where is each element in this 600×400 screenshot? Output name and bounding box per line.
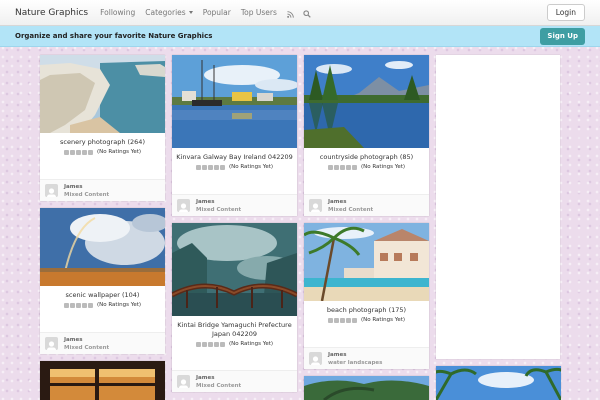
pin-image[interactable] bbox=[40, 55, 165, 133]
avatar[interactable] bbox=[177, 375, 190, 388]
nav-following[interactable]: Following bbox=[100, 8, 135, 17]
rating-stars-icon[interactable] bbox=[327, 317, 358, 323]
pin-category[interactable]: Mixed Content bbox=[196, 383, 241, 389]
pin-rating: (No Ratings Yet) bbox=[40, 149, 165, 155]
rating-text: (No Ratings Yet) bbox=[228, 341, 274, 347]
pin-footer: James water landscapes bbox=[304, 347, 429, 369]
pin-card[interactable]: scenic wallpaper (104) (No Ratings Yet) … bbox=[40, 208, 165, 354]
site-brand[interactable]: Nature Graphics bbox=[15, 8, 88, 18]
rating-stars-icon[interactable] bbox=[195, 164, 226, 170]
avatar[interactable] bbox=[45, 184, 58, 197]
login-button[interactable]: Login bbox=[546, 4, 585, 21]
pin-card[interactable]: scenery photograph (264) (No Ratings Yet… bbox=[40, 55, 165, 201]
pin-category[interactable]: Mixed Content bbox=[64, 192, 109, 198]
rating-text: (No Ratings Yet) bbox=[360, 317, 406, 323]
nav-top-users[interactable]: Top Users bbox=[241, 8, 277, 17]
nav-categories[interactable]: Categories bbox=[145, 8, 193, 17]
rating-text: (No Ratings Yet) bbox=[96, 302, 142, 308]
rating-text: (No Ratings Yet) bbox=[360, 164, 406, 170]
pin-title[interactable]: Kintai Bridge Yamaguchi Prefecture Japan… bbox=[172, 321, 297, 339]
info-banner: Organize and share your favorite Nature … bbox=[0, 26, 600, 47]
pin-rating: (No Ratings Yet) bbox=[304, 317, 429, 323]
pin-image[interactable] bbox=[304, 376, 429, 400]
pin-rating: (No Ratings Yet) bbox=[40, 302, 165, 308]
pin-image[interactable] bbox=[40, 208, 165, 286]
pin-username[interactable]: James bbox=[196, 375, 215, 381]
pin-card[interactable] bbox=[304, 376, 429, 400]
banner-text: Organize and share your favorite Nature … bbox=[15, 32, 213, 40]
avatar[interactable] bbox=[309, 199, 322, 212]
pin-category[interactable]: Mixed Content bbox=[64, 345, 109, 351]
pin-footer: James Mixed Content bbox=[40, 179, 165, 201]
pin-footer: James Mixed Content bbox=[40, 332, 165, 354]
pin-rating: (No Ratings Yet) bbox=[172, 164, 297, 170]
pin-card[interactable]: Kinvara Galway Bay Ireland 042209 (No Ra… bbox=[172, 55, 297, 216]
pin-card[interactable]: beach photograph (175) (No Ratings Yet) … bbox=[304, 223, 429, 369]
pin-image[interactable] bbox=[304, 55, 429, 148]
rating-text: (No Ratings Yet) bbox=[228, 164, 274, 170]
pin-username[interactable]: James bbox=[64, 184, 83, 190]
pin-image[interactable] bbox=[436, 366, 561, 400]
pin-image[interactable] bbox=[172, 223, 297, 316]
pin-image[interactable] bbox=[40, 361, 165, 400]
pin-category[interactable]: Mixed Content bbox=[196, 207, 241, 213]
rating-stars-icon[interactable] bbox=[195, 341, 226, 347]
nav-popular[interactable]: Popular bbox=[203, 8, 231, 17]
rating-stars-icon[interactable] bbox=[63, 302, 94, 308]
pin-title[interactable]: scenery photograph (264) bbox=[40, 138, 165, 147]
pin-username[interactable]: James bbox=[328, 199, 347, 205]
pin-rating: (No Ratings Yet) bbox=[172, 341, 297, 347]
pin-category[interactable]: Mixed Content bbox=[328, 207, 373, 213]
pin-image[interactable] bbox=[172, 55, 297, 148]
pin-title[interactable]: scenic wallpaper (104) bbox=[40, 291, 165, 300]
pin-username[interactable]: James bbox=[196, 199, 215, 205]
ad-placeholder bbox=[436, 55, 560, 359]
rating-text: (No Ratings Yet) bbox=[96, 149, 142, 155]
pin-title[interactable]: countryside photograph (85) bbox=[304, 153, 429, 162]
rating-stars-icon[interactable] bbox=[327, 164, 358, 170]
top-navbar: Nature Graphics Following Categories Pop… bbox=[0, 0, 600, 26]
pin-footer: James Mixed Content bbox=[172, 370, 297, 392]
signup-button[interactable]: Sign Up bbox=[540, 28, 585, 45]
pin-card[interactable]: countryside photograph (85) (No Ratings … bbox=[304, 55, 429, 216]
pin-username[interactable]: James bbox=[328, 352, 347, 358]
avatar[interactable] bbox=[45, 337, 58, 350]
avatar[interactable] bbox=[177, 199, 190, 212]
pin-card[interactable] bbox=[40, 361, 165, 400]
rss-icon[interactable] bbox=[287, 3, 294, 22]
pin-title[interactable]: beach photograph (175) bbox=[304, 306, 429, 315]
pin-rating: (No Ratings Yet) bbox=[304, 164, 429, 170]
pin-category[interactable]: water landscapes bbox=[328, 360, 382, 366]
nav-categories-label: Categories bbox=[145, 8, 186, 17]
search-icon[interactable] bbox=[303, 3, 311, 22]
pin-title[interactable]: Kinvara Galway Bay Ireland 042209 bbox=[172, 153, 297, 162]
chevron-down-icon bbox=[188, 11, 193, 14]
pin-image[interactable] bbox=[304, 223, 429, 301]
pin-footer: James Mixed Content bbox=[304, 194, 429, 216]
pin-card[interactable]: Kintai Bridge Yamaguchi Prefecture Japan… bbox=[172, 223, 297, 392]
pin-card[interactable] bbox=[436, 366, 561, 400]
avatar[interactable] bbox=[309, 352, 322, 365]
rating-stars-icon[interactable] bbox=[63, 149, 94, 155]
pin-footer: James Mixed Content bbox=[172, 194, 297, 216]
pin-username[interactable]: James bbox=[64, 337, 83, 343]
